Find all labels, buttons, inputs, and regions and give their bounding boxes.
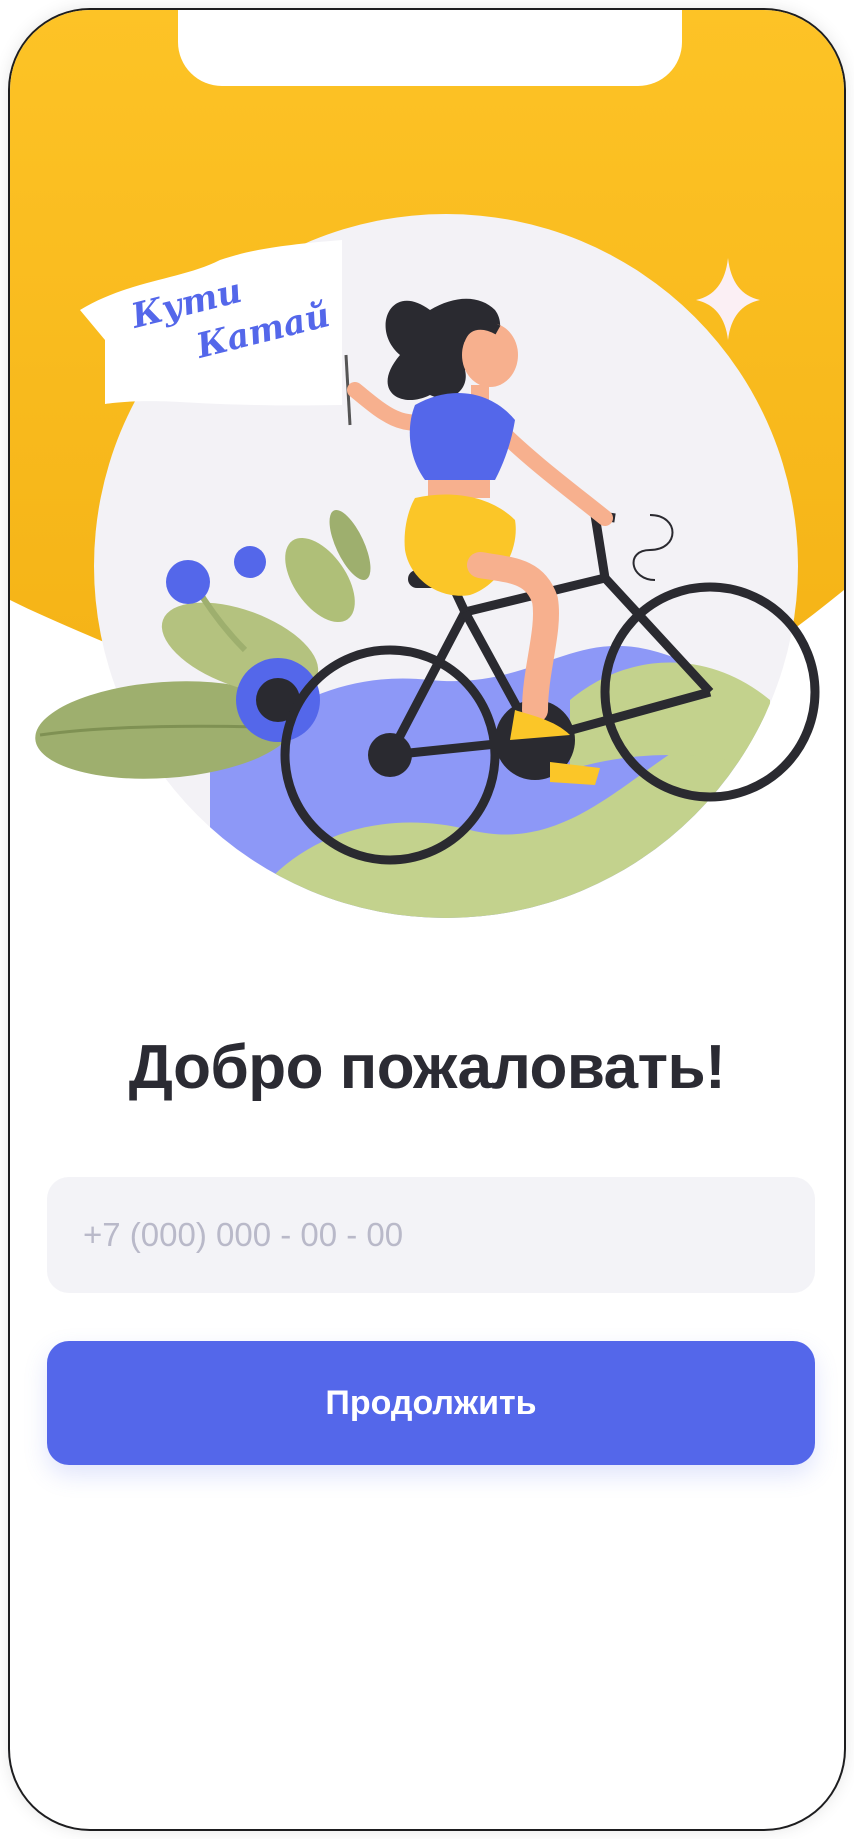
sparkle-icon (696, 258, 760, 340)
phone-screen: Кути Катай Добро пожаловать! +7 (000) 00… (10, 10, 844, 1829)
welcome-title: Добро пожаловать! (128, 1033, 726, 1102)
phone-number-input[interactable] (47, 1177, 815, 1293)
continue-button[interactable]: Продолжить (47, 1341, 815, 1465)
cyclist-illustration: Кути Катай (35, 214, 820, 918)
flag-banner: Кути Катай (80, 240, 352, 426)
